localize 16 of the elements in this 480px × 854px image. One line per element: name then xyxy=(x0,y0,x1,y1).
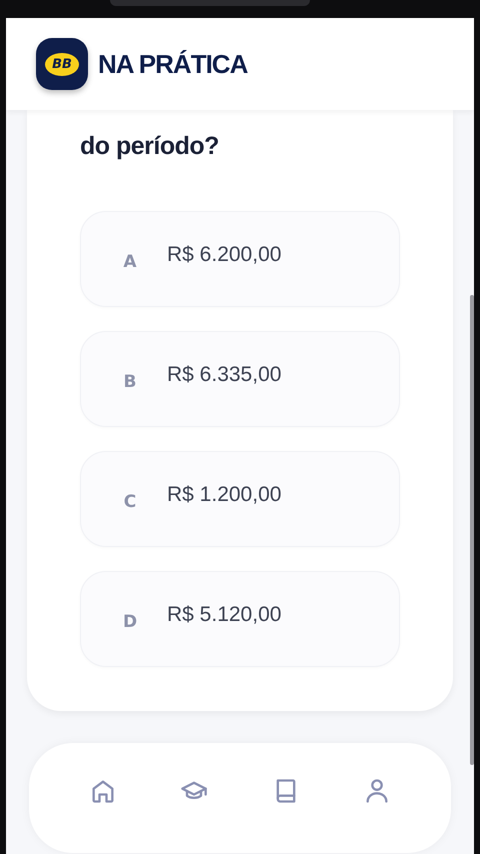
option-value: R$ 1.200,00 xyxy=(167,483,282,507)
answer-option[interactable]: C R$ 1.200,00 xyxy=(80,451,400,547)
answer-option[interactable]: B R$ 6.335,00 xyxy=(80,331,400,427)
option-letter: C xyxy=(122,492,138,512)
logo-text: BB xyxy=(45,52,79,76)
option-value: R$ 6.335,00 xyxy=(167,363,282,387)
option-letter: B xyxy=(122,372,138,392)
question-text: do período? xyxy=(80,132,220,161)
option-letter: A xyxy=(122,252,138,272)
scrollbar-thumb[interactable] xyxy=(470,295,474,765)
answer-option[interactable]: A R$ 6.200,00 xyxy=(80,211,400,307)
option-letter: D xyxy=(122,612,138,632)
app-title: NA PRÁTICA xyxy=(98,48,248,80)
answer-option[interactable]: D R$ 5.120,00 xyxy=(80,571,400,667)
option-value: R$ 5.120,00 xyxy=(167,603,282,627)
option-value: R$ 6.200,00 xyxy=(167,243,282,267)
